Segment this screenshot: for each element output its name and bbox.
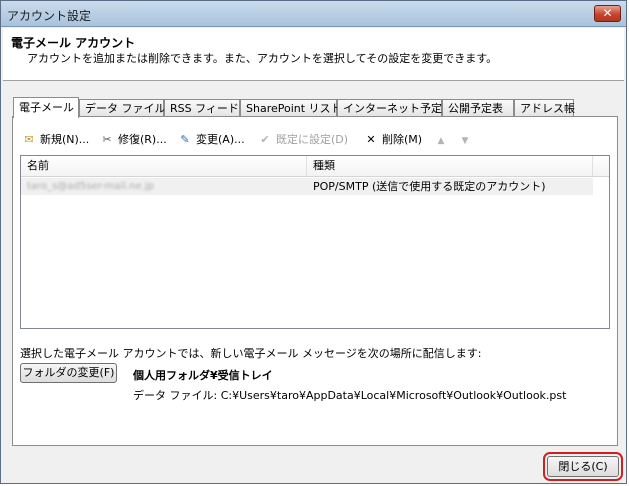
account-settings-dialog: アカウント設定 ✕ 電子メール アカウント アカウントを追加または削除できます。… — [0, 0, 627, 484]
tab-internet-calendars[interactable]: インターネット予定表 — [337, 99, 453, 117]
set-default-button[interactable]: ✔ 既定に設定(D) — [257, 131, 348, 149]
account-list-header: 名前 種類 — [21, 156, 609, 177]
delivery-folder-name: 個人用フォルダ¥受信トレイ — [133, 369, 273, 382]
window-title: アカウント設定 — [7, 9, 92, 23]
change-folder-button[interactable]: フォルダの変更(F) — [20, 363, 117, 383]
tab-address-books[interactable]: アドレス帳 — [514, 99, 575, 117]
repair-tools-icon: ✂ — [102, 133, 112, 146]
close-icon: ✕ — [602, 6, 613, 20]
account-type-cell: POP/SMTP (送信で使用する既定のアカウント) — [313, 180, 546, 193]
move-down-button[interactable]: ▼ — [457, 131, 476, 149]
title-bar: アカウント設定 ✕ — [1, 1, 626, 27]
checkmark-icon: ✔ — [260, 133, 270, 146]
new-account-button[interactable]: ✉ 新規(N)... — [21, 131, 89, 149]
set-default-label: 既定に設定(D) — [276, 133, 349, 146]
account-name-cell: taro_s@ad5ser-mail.ne.jp — [27, 181, 154, 192]
move-up-button[interactable]: ▲ — [433, 131, 452, 149]
delete-x-icon: ✕ — [366, 133, 376, 146]
header-panel: 電子メール アカウント アカウントを追加または削除できます。また、アカウントを選… — [3, 28, 624, 81]
repair-account-label: 修復(R)... — [118, 133, 167, 146]
table-row[interactable]: taro_s@ad5ser-mail.ne.jp POP/SMTP (送信で使用… — [21, 178, 593, 195]
change-settings-icon: ✎ — [180, 133, 190, 146]
tab-rss-feeds[interactable]: RSS フィード — [164, 99, 240, 117]
column-header-type[interactable]: 種類 — [307, 156, 593, 176]
new-mail-icon: ✉ — [24, 133, 34, 146]
delivery-label: 選択した電子メール アカウントでは、新しい電子メール メッセージを次の場所に配信… — [20, 347, 482, 360]
change-account-button[interactable]: ✎ 変更(A)... — [177, 131, 245, 149]
tab-sharepoint-lists[interactable]: SharePoint リスト — [240, 99, 342, 117]
arrow-up-icon: ▲ — [437, 136, 445, 146]
arrow-down-icon: ▼ — [461, 136, 469, 146]
change-account-label: 変更(A)... — [196, 133, 245, 146]
tab-email[interactable]: 電子メール — [13, 97, 79, 118]
close-button[interactable]: 閉じる(C) — [543, 452, 623, 481]
email-tab-panel: ✉ 新規(N)... ✂ 修復(R)... ✎ 変更(A)... ✔ 既定に設定(D) … — [12, 116, 618, 446]
data-file-path: データ ファイル: C:¥Users¥taro¥AppData¥Local¥Mi… — [133, 389, 567, 402]
header-description: アカウントを追加または削除できます。また、アカウントを選択してその設定を変更でき… — [27, 52, 498, 65]
delete-account-button[interactable]: ✕ 削除(M) — [363, 131, 422, 149]
account-list: 名前 種類 taro_s@ad5ser-mail.ne.jp POP/SMTP … — [20, 155, 610, 329]
repair-account-button[interactable]: ✂ 修復(R)... — [99, 131, 167, 149]
window-close-button[interactable]: ✕ — [594, 5, 621, 22]
header-title: 電子メール アカウント — [11, 36, 136, 50]
delete-account-label: 削除(M) — [382, 133, 423, 146]
new-account-label: 新規(N)... — [40, 133, 90, 146]
tab-data-files[interactable]: データ ファイル — [79, 99, 166, 117]
column-header-name[interactable]: 名前 — [21, 156, 307, 176]
tab-published-calendars[interactable]: 公開予定表 — [442, 99, 514, 117]
